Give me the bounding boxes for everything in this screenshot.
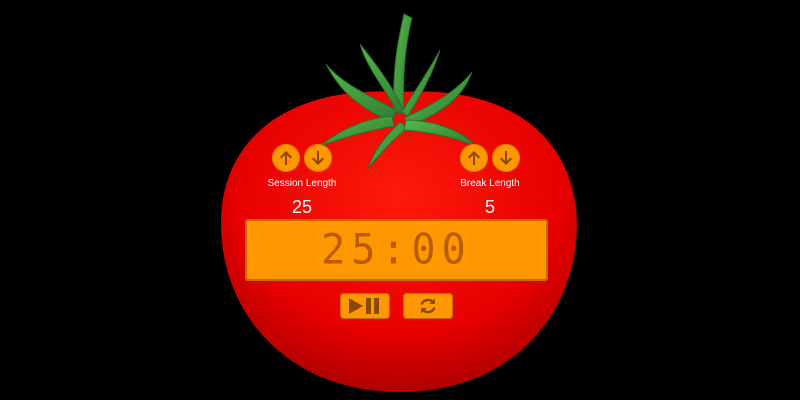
tomato-illustration bbox=[221, 13, 577, 392]
timer-display: 25:00 bbox=[245, 219, 548, 281]
session-length-label: Session Length bbox=[267, 178, 337, 189]
break-increase-button[interactable] bbox=[460, 144, 488, 172]
break-length-value: 5 bbox=[484, 197, 495, 217]
reset-button[interactable] bbox=[403, 293, 453, 319]
session-length-value: 25 bbox=[291, 197, 313, 217]
session-decrease-button[interactable] bbox=[304, 144, 332, 172]
break-decrease-button[interactable] bbox=[492, 144, 520, 172]
session-increase-button[interactable] bbox=[272, 144, 300, 172]
session-arrows bbox=[247, 144, 357, 174]
arrow-up-icon bbox=[280, 151, 292, 165]
arrow-down-icon bbox=[312, 151, 324, 165]
arrow-down-icon bbox=[500, 151, 512, 165]
timer-readout: 25:00 bbox=[321, 225, 472, 275]
break-length-label: Break Length bbox=[460, 178, 520, 189]
session-control: Session Length 25 bbox=[247, 144, 357, 217]
play-pause-icon bbox=[349, 298, 379, 314]
arrow-up-icon bbox=[468, 151, 480, 165]
break-control: Break Length 5 bbox=[435, 144, 545, 217]
break-arrows bbox=[435, 144, 545, 174]
reset-icon bbox=[420, 298, 436, 314]
play-pause-button[interactable] bbox=[340, 293, 390, 319]
pomodoro-app: Session Length 25 Break Length 5 25:00 bbox=[0, 0, 800, 400]
